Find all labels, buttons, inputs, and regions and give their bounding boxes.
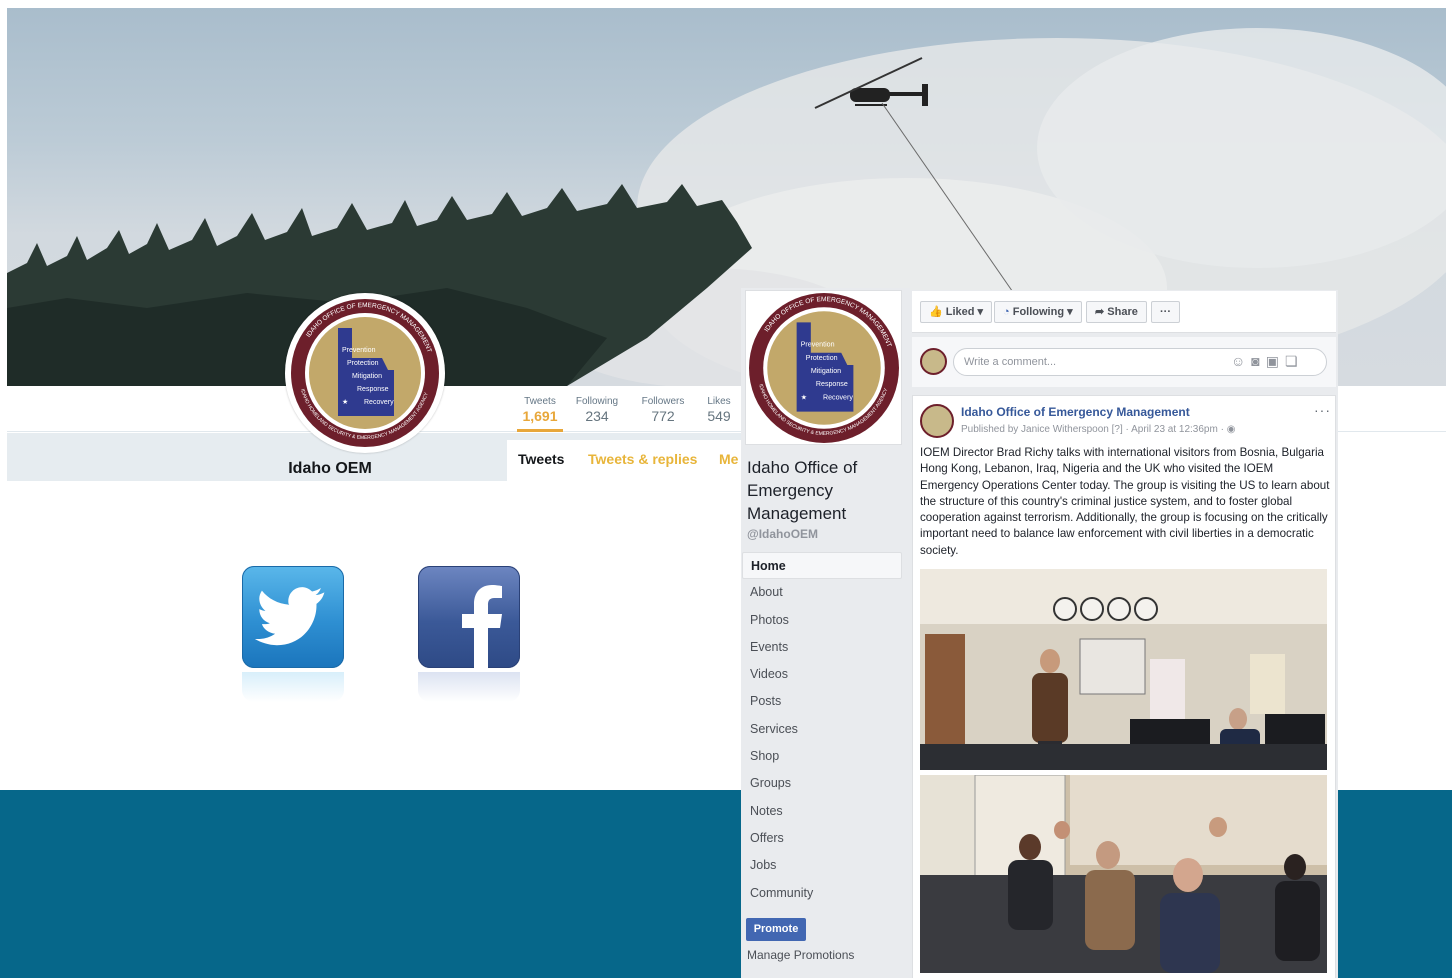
nav-groups[interactable]: Groups (742, 770, 902, 797)
nav-notes[interactable]: Notes (742, 798, 902, 825)
following-label: Following ▾ (1012, 306, 1073, 318)
post-meta: Published by Janice Witherspoon [?] · Ap… (961, 424, 1236, 435)
rss-feed-icon: ◔ (1003, 306, 1010, 318)
share-button[interactable]: ➦ Share (1086, 301, 1147, 323)
facebook-logo-icon (418, 566, 520, 668)
nav-community[interactable]: Community (742, 880, 902, 907)
facebook-profile-picture[interactable]: IDAHO OFFICE OF EMERGENCY MANAGEMENT IDA… (745, 290, 902, 445)
seal-line: Recovery (823, 393, 853, 401)
share-label: Share (1107, 306, 1138, 318)
post-author-name[interactable]: Idaho Office of Emergency Management (961, 405, 1190, 419)
tab-media[interactable]: Me (719, 451, 738, 467)
nav-photos[interactable]: Photos (742, 607, 902, 634)
thumbs-up-icon: 👍 (929, 306, 943, 318)
post-photo-2[interactable] (920, 775, 1327, 973)
post-author-avatar[interactable] (920, 404, 954, 438)
ioem-seal-icon: IDAHO OFFICE OF EMERGENCY MANAGEMENT IDA… (291, 299, 439, 447)
stat-value: 234 (585, 408, 609, 424)
star-icon: ★ (801, 393, 807, 401)
stat-label: Followers (641, 396, 685, 407)
stat-value: 1,691 (522, 408, 558, 424)
stat-likes[interactable]: Likes 549 (704, 396, 734, 424)
stat-value: 772 (651, 408, 675, 424)
stat-tweets[interactable]: Tweets 1,691 (517, 396, 563, 432)
star-icon: ★ (342, 398, 348, 406)
following-button[interactable]: ◔ Following ▾ (994, 301, 1082, 323)
seal-line: Prevention (342, 347, 376, 354)
stat-label: Following (575, 396, 619, 407)
seal-line: Mitigation (352, 373, 382, 380)
post-text: IOEM Director Brad Richy talks with inte… (920, 446, 1330, 557)
ioem-seal-icon: IDAHO OFFICE OF EMERGENCY MANAGEMENT IDA… (749, 293, 899, 443)
twitter-logo-icon (242, 566, 344, 668)
nav-services[interactable]: Services (742, 716, 902, 743)
nav-videos[interactable]: Videos (742, 661, 902, 688)
comment-attachment-icons[interactable]: ☺◙▣❏ (1231, 353, 1304, 370)
seal-line: Prevention (801, 341, 835, 349)
manage-promotions-link[interactable]: Manage Promotions (747, 948, 854, 962)
nav-about[interactable]: About (742, 579, 902, 606)
facebook-page-name: Idaho Office of Emergency Management (747, 458, 858, 523)
eoc-briefing-photo (920, 569, 1327, 770)
stat-label: Tweets (524, 396, 556, 407)
stat-followers[interactable]: Followers 772 (638, 396, 688, 424)
more-actions-button[interactable]: ··· (1151, 301, 1180, 323)
facebook-logo-reflection (418, 672, 520, 702)
seal-line: Mitigation (811, 367, 841, 375)
stat-following[interactable]: Following 234 (572, 396, 622, 424)
facebook-page-handle[interactable]: @IdahoOEM (747, 527, 818, 541)
seal-line: Protection (347, 360, 379, 367)
stat-value: 549 (707, 408, 731, 424)
twitter-profile-name: Idaho OEM (288, 460, 372, 477)
post-options-icon[interactable]: ··· (1314, 402, 1331, 418)
twitter-avatar[interactable]: IDAHO OFFICE OF EMERGENCY MANAGEMENT IDA… (285, 293, 445, 453)
twitter-logo-reflection (242, 672, 344, 702)
emoji-icon[interactable]: ☺ (1231, 353, 1251, 369)
stat-label: Likes (707, 396, 731, 407)
nav-home[interactable]: Home (742, 552, 902, 580)
commenter-avatar (920, 348, 947, 375)
seal-line: Recovery (364, 399, 394, 406)
tab-tweets[interactable]: Tweets (518, 451, 564, 467)
seal-line: Response (357, 386, 389, 393)
sticker-icon[interactable]: ❏ (1285, 353, 1304, 369)
liked-button[interactable]: 👍 Liked ▾ (920, 301, 993, 323)
promote-button[interactable]: Promote (746, 918, 806, 941)
tab-tweets-replies[interactable]: Tweets & replies (588, 451, 697, 467)
nav-offers[interactable]: Offers (742, 825, 902, 852)
share-arrow-icon: ➦ (1095, 306, 1105, 318)
gif-icon[interactable]: ▣ (1266, 353, 1285, 369)
seal-line: Response (816, 380, 848, 388)
nav-events[interactable]: Events (742, 634, 902, 661)
camera-icon[interactable]: ◙ (1251, 353, 1265, 369)
nav-shop[interactable]: Shop (742, 743, 902, 770)
seal-line: Protection (806, 354, 838, 362)
facebook-page-nav: Home About Photos Events Videos Posts Se… (742, 552, 902, 907)
eoc-visitors-photo (920, 775, 1327, 973)
nav-posts[interactable]: Posts (742, 688, 902, 715)
liked-label: Liked ▾ (945, 306, 984, 318)
nav-jobs[interactable]: Jobs (742, 852, 902, 879)
post-photo-1[interactable] (920, 569, 1327, 770)
